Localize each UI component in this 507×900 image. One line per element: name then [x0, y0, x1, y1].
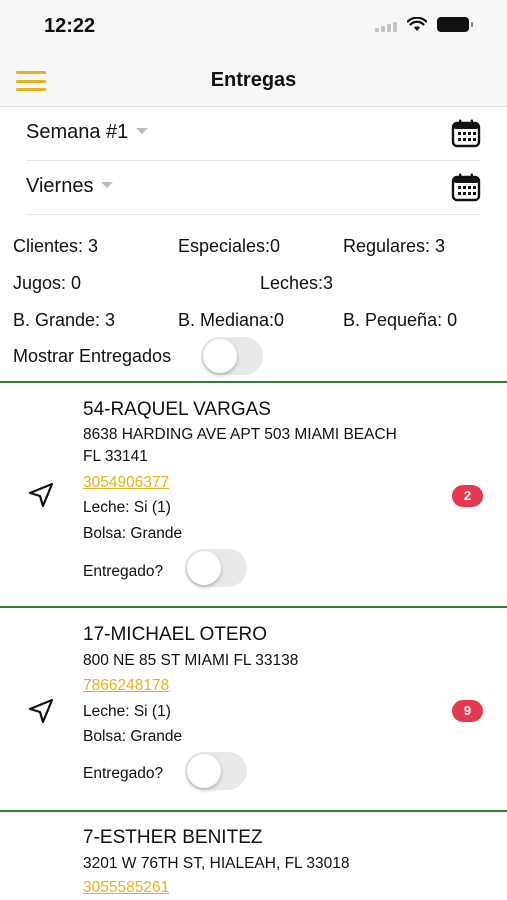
- calendar-icon[interactable]: [451, 118, 481, 148]
- entregado-toggle[interactable]: [185, 549, 247, 587]
- calendar-icon[interactable]: [451, 172, 481, 202]
- status-icons: [375, 17, 473, 32]
- delivery-card: 54-RAQUEL VARGAS 8638 HARDING AVE APT 50…: [0, 383, 507, 607]
- week-selector[interactable]: Semana #1: [26, 107, 481, 161]
- caret-down-icon: [136, 127, 149, 134]
- stat-bolsa-mediana: B. Mediana:0: [178, 310, 285, 330]
- navigation-arrow-icon[interactable]: [27, 481, 55, 509]
- week-dropdown[interactable]: Semana #1: [26, 121, 149, 144]
- customer-phone-link[interactable]: 3055585261: [83, 879, 169, 897]
- status-bar: 12:22: [0, 0, 507, 52]
- stat-clientes: Clientes: 3: [13, 236, 99, 256]
- count-badge: 9: [452, 700, 483, 722]
- cellular-signal-icon: [375, 18, 397, 32]
- page-title: Entregas: [210, 69, 297, 91]
- wifi-icon: [407, 17, 427, 31]
- customer-name: 54-RAQUEL VARGAS: [83, 399, 271, 420]
- entregado-toggle[interactable]: [185, 752, 247, 790]
- delivery-card: 7-ESTHER BENITEZ 3201 W 76TH ST, HIALEAH…: [0, 812, 507, 900]
- stat-regulares: Regulares: 3: [343, 236, 446, 256]
- caret-down-icon: [101, 181, 114, 188]
- day-dropdown[interactable]: Viernes: [26, 175, 114, 198]
- stat-jugos: Jugos: 0: [13, 273, 82, 293]
- entregado-label: Entregado?: [83, 765, 164, 782]
- customer-name: 7-ESTHER BENITEZ: [83, 827, 263, 848]
- customer-name: 17-MICHAEL OTERO: [83, 624, 268, 645]
- mostrar-entregados-label: Mostrar Entregados: [13, 346, 172, 366]
- leche-info: Leche: Si (1): [83, 703, 171, 720]
- battery-icon: [437, 17, 473, 32]
- customer-address: 800 NE 85 ST MIAMI FL 33138: [83, 652, 299, 669]
- bolsa-info: Bolsa: Grande: [83, 525, 183, 542]
- navigation-bar: Entregas: [0, 52, 507, 107]
- stat-bolsa-grande: B. Grande: 3: [13, 310, 116, 330]
- stat-especiales: Especiales:0: [178, 236, 281, 256]
- week-label: Semana #1: [26, 121, 129, 143]
- count-badge: 2: [452, 485, 483, 507]
- customer-address: 8638 HARDING AVE APT 503 MIAMI BEACH FL …: [83, 426, 397, 465]
- customer-address: 3201 W 76TH ST, HIALEAH, FL 33018: [83, 855, 350, 872]
- toggle-knob: [203, 339, 237, 373]
- toggle-knob: [187, 551, 221, 585]
- navigation-arrow-icon[interactable]: [27, 697, 55, 725]
- day-label: Viernes: [26, 175, 94, 197]
- customer-phone-link[interactable]: 3054906377: [83, 474, 169, 492]
- entregado-label: Entregado?: [83, 563, 164, 580]
- day-selector[interactable]: Viernes: [26, 161, 481, 215]
- mostrar-entregados-toggle[interactable]: [201, 337, 263, 375]
- stat-leches: Leches:3: [260, 273, 334, 293]
- stat-bolsa-pequena: B. Pequeña: 0: [343, 310, 458, 330]
- customer-phone-link[interactable]: 7866248178: [83, 677, 169, 695]
- bolsa-info: Bolsa: Grande: [83, 728, 183, 745]
- leche-info: Leche: Si (1): [83, 499, 171, 516]
- toggle-knob: [187, 754, 221, 788]
- delivery-card: 17-MICHAEL OTERO 800 NE 85 ST MIAMI FL 3…: [0, 608, 507, 810]
- status-time: 12:22: [44, 15, 96, 37]
